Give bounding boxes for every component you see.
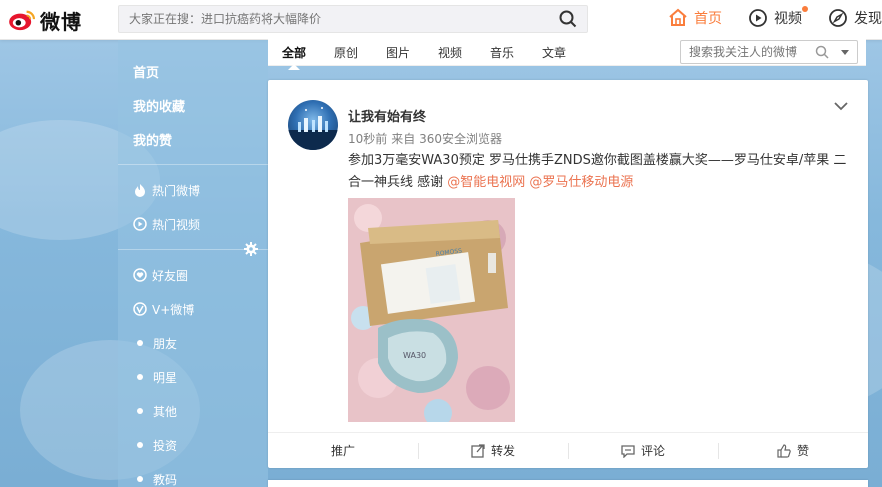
sidebar-item-others[interactable]: 其他 <box>118 394 268 428</box>
avatar[interactable] <box>288 100 338 150</box>
play-circle-icon <box>133 217 147 231</box>
thumbs-up-icon <box>777 443 791 458</box>
like-button[interactable]: 赞 <box>718 433 868 468</box>
post-text: 参加3万毫安WA30预定 罗马仕携手ZNDS邀你截图盖楼赢大奖——罗马仕安卓/苹… <box>348 150 853 194</box>
promote-button[interactable]: 推广 <box>268 433 418 468</box>
sidebar-item-label: 其他 <box>153 404 178 419</box>
nav-video[interactable]: 视频 <box>748 6 808 28</box>
feed-tabs: 全部 原创 图片 视频 音乐 文章 <box>268 36 866 70</box>
sidebar-item-label: 热门视频 <box>152 217 201 232</box>
follow-search <box>680 40 858 64</box>
vplus-icon <box>133 302 147 316</box>
nav-video-label: 视频 <box>774 11 802 27</box>
tab-music[interactable]: 音乐 <box>490 44 514 61</box>
tab-original[interactable]: 原创 <box>334 44 358 61</box>
image-box-label: WA30 <box>403 351 426 360</box>
follow-search-input[interactable] <box>681 41 811 63</box>
sidebar-item-stars[interactable]: 明星 <box>118 360 268 394</box>
sidebar-item-more[interactable]: 教码 <box>118 462 268 487</box>
sidebar-item-home[interactable]: 首页 <box>118 54 268 88</box>
video-icon <box>749 9 767 27</box>
repost-label: 转发 <box>490 444 515 458</box>
tab-images[interactable]: 图片 <box>386 44 410 61</box>
post-time[interactable]: 10秒前 <box>348 132 387 146</box>
post-image[interactable]: ROMOSS WA30 <box>348 198 515 422</box>
sidebar-item-friends[interactable]: 朋友 <box>118 326 268 360</box>
post-meta: 10秒前 来自 360安全浏览器 <box>348 130 502 147</box>
post-source: 来自 360安全浏览器 <box>391 132 503 146</box>
sidebar-divider <box>118 242 268 256</box>
nav-home-label: 首页 <box>694 11 722 27</box>
nav-discover-label: 发现 <box>854 11 882 27</box>
bullet-icon <box>137 442 143 448</box>
active-tab-pointer <box>288 64 300 70</box>
home-icon <box>669 8 687 26</box>
mention-link[interactable]: @罗马仕移动电源 <box>529 175 633 190</box>
product-photo: ROMOSS WA30 <box>348 198 515 422</box>
tab-all[interactable]: 全部 <box>282 44 306 61</box>
tab-articles[interactable]: 文章 <box>542 44 566 61</box>
sidebar-item-invest[interactable]: 投资 <box>118 428 268 462</box>
sidebar-item-friends-circle[interactable]: 好友圈 <box>118 258 268 292</box>
sidebar-divider <box>118 164 268 165</box>
weibo-logo-icon <box>9 10 36 31</box>
brand-name: 微博 <box>40 9 82 34</box>
sidebar-item-label: 我的赞 <box>133 133 173 149</box>
fire-icon <box>133 183 147 197</box>
search-input[interactable] <box>119 6 539 32</box>
bullet-icon <box>137 340 143 346</box>
post-author-name[interactable]: 让我有始有终 <box>348 106 426 125</box>
avatar-image <box>288 107 338 150</box>
tab-video[interactable]: 视频 <box>438 44 462 61</box>
gear-icon[interactable] <box>244 242 258 256</box>
comment-label: 评论 <box>640 444 665 458</box>
sidebar-item-label: 热门微博 <box>152 183 201 198</box>
sidebar-item-hot-video[interactable]: 热门视频 <box>118 207 268 241</box>
bullet-icon <box>137 374 143 380</box>
comment-button[interactable]: 评论 <box>568 433 718 468</box>
promote-label: 推广 <box>330 444 355 458</box>
weibo-logo[interactable]: 微博 <box>8 5 82 35</box>
global-search <box>118 5 588 33</box>
weibo-post-card: 让我有始有终 10秒前 来自 360安全浏览器 参加3万毫安WA30预定 罗马仕携… <box>268 80 868 468</box>
search-icon[interactable] <box>559 10 577 31</box>
nav-discover[interactable]: 发现 <box>828 8 882 28</box>
sidebar-item-favorites[interactable]: 我的收藏 <box>118 88 268 122</box>
video-new-badge <box>802 6 808 12</box>
comment-icon <box>621 444 635 458</box>
heart-circle-icon <box>133 268 147 282</box>
sidebar-item-label: 明星 <box>153 370 178 385</box>
repost-icon <box>471 443 485 458</box>
post-actions: 推广 转发 评论 赞 <box>268 432 868 468</box>
chevron-down-icon[interactable] <box>834 100 848 114</box>
left-sidebar: 首页 我的收藏 我的赞 热门微博 热门视频 好友圈 V+微博 朋友 明星 其他 … <box>118 40 268 487</box>
sidebar-item-label: 我的收藏 <box>133 99 186 115</box>
sidebar-item-label: V+微博 <box>152 302 195 317</box>
repost-button[interactable]: 转发 <box>418 433 568 468</box>
sidebar-item-likes[interactable]: 我的赞 <box>118 122 268 156</box>
mention-link[interactable]: @智能电视网 <box>447 175 525 190</box>
sidebar-item-vplus[interactable]: V+微博 <box>118 292 268 326</box>
nav-home[interactable]: 首页 <box>668 8 722 28</box>
compass-icon <box>829 9 847 27</box>
sidebar-item-hot-weibo[interactable]: 热门微博 <box>118 173 268 207</box>
bullet-icon <box>137 476 143 482</box>
sidebar-item-label: 好友圈 <box>152 268 189 283</box>
next-post-card <box>268 480 868 487</box>
sidebar-item-label: 投资 <box>153 438 178 453</box>
sidebar-item-label: 首页 <box>133 65 160 81</box>
sidebar-item-label: 教码 <box>153 472 178 487</box>
chevron-down-icon[interactable] <box>841 50 849 55</box>
search-icon[interactable] <box>815 45 829 62</box>
sidebar-item-label: 朋友 <box>153 336 178 351</box>
like-label: 赞 <box>796 444 809 458</box>
top-navbar: 微博 首页 视频 发现 <box>0 0 882 40</box>
bullet-icon <box>137 408 143 414</box>
